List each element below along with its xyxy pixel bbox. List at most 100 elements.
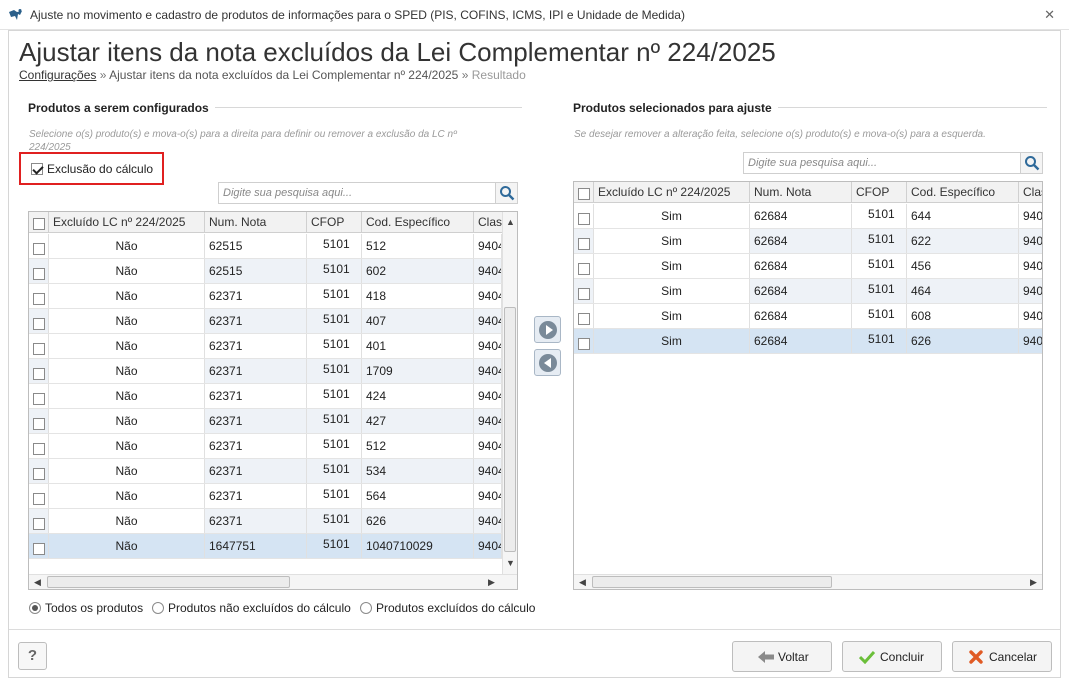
- back-button[interactable]: Voltar: [732, 641, 832, 672]
- row-checkbox[interactable]: [33, 393, 45, 406]
- right-col-cod[interactable]: Cod. Específico: [907, 182, 1019, 203]
- row-checkbox[interactable]: [578, 313, 590, 326]
- table-row[interactable]: Sim6268451016089404: [574, 304, 1042, 329]
- row-checkbox[interactable]: [33, 443, 45, 456]
- table-row[interactable]: Sim6268451016269404: [574, 329, 1042, 354]
- scroll-right-icon[interactable]: ▶: [1030, 576, 1037, 588]
- arrow-left-glyph: [544, 358, 551, 368]
- help-button[interactable]: ?: [18, 642, 47, 670]
- row-checkbox[interactable]: [578, 288, 590, 301]
- breadcrumb-configuracoes[interactable]: Configurações: [19, 68, 96, 82]
- row-checkbox[interactable]: [33, 493, 45, 506]
- filter-todos[interactable]: Todos os produtos: [29, 601, 143, 615]
- right-cell-nota: 62684: [750, 204, 852, 228]
- row-checkbox[interactable]: [33, 343, 45, 356]
- right-search-input[interactable]: Digite sua pesquisa aqui...: [743, 152, 1043, 174]
- cancel-button[interactable]: Cancelar: [952, 641, 1052, 672]
- move-left-button[interactable]: [534, 349, 561, 376]
- row-checkbox[interactable]: [33, 518, 45, 531]
- scroll-up-icon[interactable]: ▲: [506, 216, 515, 228]
- row-checkbox[interactable]: [578, 213, 590, 226]
- row-checkbox[interactable]: [33, 293, 45, 306]
- move-right-button[interactable]: [534, 316, 561, 343]
- row-checkbox[interactable]: [33, 243, 45, 256]
- left-cell-nota: 62371: [205, 509, 307, 533]
- table-row[interactable]: Não6237151014249404: [29, 384, 502, 409]
- scroll-down-icon[interactable]: ▼: [506, 557, 515, 569]
- scroll-left-icon[interactable]: ◀: [34, 576, 41, 588]
- left-col-nota[interactable]: Num. Nota: [205, 212, 307, 233]
- table-row[interactable]: Não6251551015129404: [29, 234, 502, 259]
- left-col-cod[interactable]: Cod. Específico: [362, 212, 474, 233]
- exclusion-checkbox-group[interactable]: Exclusão do cálculo: [19, 152, 164, 185]
- table-row[interactable]: Sim6268451014649404: [574, 279, 1042, 304]
- left-horizontal-scrollbar[interactable]: ◀ ▶: [29, 574, 517, 589]
- table-row[interactable]: Não6237151014019404: [29, 334, 502, 359]
- left-col-excluido[interactable]: Excluído LC nº 224/2025: [49, 212, 205, 233]
- radio-excluidos[interactable]: [360, 602, 372, 614]
- left-vscroll-thumb[interactable]: [504, 307, 516, 552]
- table-row[interactable]: Não6237151015349404: [29, 459, 502, 484]
- table-row[interactable]: Não6237151014279404: [29, 409, 502, 434]
- row-checkbox[interactable]: [33, 418, 45, 431]
- row-checkbox[interactable]: [578, 263, 590, 276]
- left-header-select-all[interactable]: [29, 212, 49, 233]
- table-row[interactable]: Não6237151015129404: [29, 434, 502, 459]
- filter-nao-excluidos-label[interactable]: Produtos não excluídos do cálculo: [168, 601, 351, 615]
- filter-todos-label[interactable]: Todos os produtos: [45, 601, 143, 615]
- back-button-label: Voltar: [778, 650, 809, 664]
- table-row[interactable]: Não62371510117099404: [29, 359, 502, 384]
- left-cell-nota: 62371: [205, 459, 307, 483]
- left-col-cfop[interactable]: CFOP: [307, 212, 362, 233]
- row-checkbox[interactable]: [33, 368, 45, 381]
- right-header-select-all[interactable]: [574, 182, 594, 203]
- right-col-excluido[interactable]: Excluído LC nº 224/2025: [594, 182, 750, 203]
- row-checkbox[interactable]: [578, 338, 590, 351]
- scroll-right-icon[interactable]: ▶: [488, 576, 495, 588]
- arrow-right-glyph: [546, 325, 553, 335]
- left-cell-nota: 62371: [205, 484, 307, 508]
- right-col-cfop[interactable]: CFOP: [852, 182, 907, 203]
- left-cell-cod: 1709: [362, 359, 474, 383]
- table-row[interactable]: Não1647751510110407100299404: [29, 534, 502, 559]
- table-row[interactable]: Não6237151014189404: [29, 284, 502, 309]
- right-hscroll-thumb[interactable]: [592, 576, 832, 588]
- exclusion-checkbox[interactable]: [31, 163, 43, 175]
- finish-button[interactable]: Concluir: [842, 641, 942, 672]
- right-col-class[interactable]: Clas: [1019, 182, 1042, 203]
- row-checkbox[interactable]: [33, 318, 45, 331]
- left-search-button[interactable]: [495, 183, 517, 203]
- row-checkbox[interactable]: [33, 543, 45, 556]
- left-cell-excluido: Não: [49, 309, 205, 333]
- table-row[interactable]: Sim6268451014569404: [574, 254, 1042, 279]
- scroll-left-icon[interactable]: ◀: [579, 576, 586, 588]
- close-icon[interactable]: ✕: [1044, 7, 1055, 23]
- table-row[interactable]: Não6237151015649404: [29, 484, 502, 509]
- left-hscroll-thumb[interactable]: [47, 576, 290, 588]
- table-row[interactable]: Não6237151014079404: [29, 309, 502, 334]
- left-col-class[interactable]: Class: [474, 212, 504, 233]
- right-horizontal-scrollbar[interactable]: ◀ ▶: [574, 574, 1042, 589]
- table-row[interactable]: Sim6268451016449404: [574, 204, 1042, 229]
- select-all-checkbox[interactable]: [578, 188, 590, 201]
- row-checkbox[interactable]: [33, 468, 45, 481]
- left-vertical-scrollbar[interactable]: ▲ ▼: [502, 212, 517, 574]
- select-all-checkbox[interactable]: [33, 218, 45, 231]
- filter-excluidos[interactable]: Produtos excluídos do cálculo: [360, 601, 535, 615]
- right-search-button[interactable]: [1020, 153, 1042, 173]
- left-cell-excluido: Não: [49, 259, 205, 283]
- table-row[interactable]: Não6251551016029404: [29, 259, 502, 284]
- radio-todos[interactable]: [29, 602, 41, 614]
- left-cell-cfop: 5101: [307, 409, 362, 433]
- row-checkbox[interactable]: [33, 268, 45, 281]
- filter-excluidos-label[interactable]: Produtos excluídos do cálculo: [376, 601, 535, 615]
- right-col-nota[interactable]: Num. Nota: [750, 182, 852, 203]
- filter-nao-excluidos[interactable]: Produtos não excluídos do cálculo: [152, 601, 351, 615]
- left-search-input[interactable]: Digite sua pesquisa aqui...: [218, 182, 518, 204]
- exclusion-checkbox-label[interactable]: Exclusão do cálculo: [47, 162, 153, 176]
- row-checkbox[interactable]: [578, 238, 590, 251]
- table-row[interactable]: Não6237151016269404: [29, 509, 502, 534]
- right-cell-cod: 464: [907, 279, 1019, 303]
- table-row[interactable]: Sim6268451016229404: [574, 229, 1042, 254]
- radio-nao-excluidos[interactable]: [152, 602, 164, 614]
